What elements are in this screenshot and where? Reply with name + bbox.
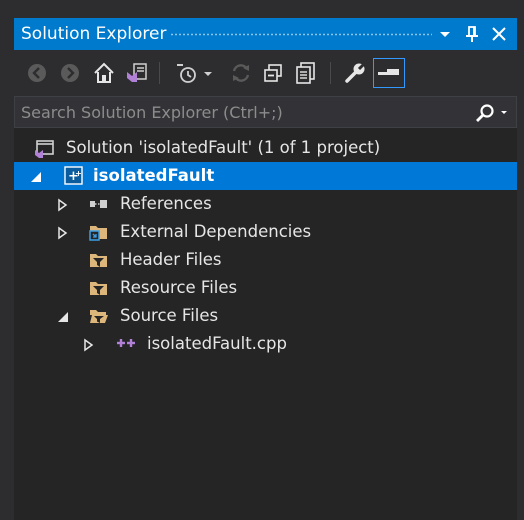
sync-icon: [232, 64, 250, 82]
expand-arrow-icon[interactable]: [56, 225, 70, 240]
window-title: Solution Explorer: [21, 24, 167, 44]
auto-hide-pin-button[interactable]: [461, 23, 483, 45]
search-icon: [476, 104, 507, 122]
back-icon: [28, 64, 46, 82]
preview-selected-items-button[interactable]: [373, 58, 405, 88]
tree-item-label: Header Files: [120, 250, 222, 269]
solution-label: Solution 'isolatedFault' (1 of 1 project…: [66, 138, 381, 157]
search-options-button[interactable]: [471, 101, 511, 125]
tree-item-label: External Dependencies: [120, 222, 312, 241]
pending-changes-dropdown[interactable]: [200, 60, 216, 86]
tree-item-header-files[interactable]: Header Files: [14, 246, 517, 274]
close-icon: [492, 27, 506, 41]
tree-item-cpp-file[interactable]: isolatedFault.cpp: [14, 330, 517, 358]
home-button[interactable]: [91, 60, 117, 86]
filter-folder-icon: [89, 278, 109, 298]
tree-item-label: References: [120, 194, 212, 213]
filter-folder-icon: [89, 250, 109, 270]
tree-item-references[interactable]: References: [14, 190, 517, 218]
tree-item-resource-files[interactable]: Resource Files: [14, 274, 517, 302]
toolbar: [14, 50, 517, 96]
wrench-icon: [345, 62, 366, 83]
cpp-project-icon: + +: [64, 166, 84, 186]
forward-button[interactable]: [57, 60, 83, 86]
tree-item-label: Source Files: [120, 306, 219, 325]
expand-arrow-icon[interactable]: [56, 197, 70, 212]
solution-explorer-panel: Solution Explorer Search Solution Explor…: [14, 18, 517, 520]
preview-selected-icon: [378, 69, 399, 75]
expand-arrow-icon[interactable]: [82, 337, 96, 352]
tree-item-label: Resource Files: [120, 278, 238, 297]
tree-item-solution[interactable]: Solution 'isolatedFault' (1 of 1 project…: [14, 134, 517, 162]
cpp-file-icon: [116, 334, 136, 354]
back-button[interactable]: [24, 60, 50, 86]
sync-button[interactable]: [228, 60, 254, 86]
collapse-arrow-icon[interactable]: [29, 169, 43, 183]
external-dependencies-folder-icon: [89, 222, 109, 242]
switch-views-button[interactable]: [124, 60, 150, 86]
collapse-all-icon: [264, 64, 282, 82]
show-all-files-button[interactable]: [293, 60, 319, 86]
references-icon: [89, 194, 109, 214]
caret-down-icon: [440, 32, 450, 37]
search-input[interactable]: [21, 101, 461, 123]
pending-changes-filter-button[interactable]: [174, 60, 200, 86]
toolbar-separator: [330, 62, 331, 84]
collapse-all-button[interactable]: [260, 60, 286, 86]
tree-item-external-dependencies[interactable]: External Dependencies: [14, 218, 517, 246]
project-label: isolatedFault: [93, 166, 215, 185]
toolbar-separator: [159, 62, 160, 84]
search-box: [14, 96, 517, 128]
tree-item-label: isolatedFault.cpp: [147, 334, 287, 353]
tree-item-source-files[interactable]: Source Files: [14, 302, 517, 330]
collapse-arrow-icon[interactable]: [56, 309, 70, 323]
close-button[interactable]: [488, 23, 510, 45]
tree-item-project[interactable]: + + isolatedFault: [14, 162, 517, 190]
open-filter-folder-icon: [89, 306, 109, 326]
show-all-files-icon: [296, 62, 315, 84]
pending-changes-filter-icon: [177, 64, 196, 83]
properties-button[interactable]: [342, 60, 368, 86]
home-icon: [94, 62, 114, 83]
caret-down-icon: [204, 72, 212, 76]
forward-icon: [61, 64, 79, 82]
switch-views-icon: [127, 63, 147, 82]
drag-grip[interactable]: [170, 33, 432, 36]
svg-text:+: +: [75, 169, 82, 178]
title-bar: Solution Explorer: [14, 18, 517, 50]
pin-icon: [466, 26, 478, 42]
solution-icon: [35, 138, 55, 158]
window-position-dropdown-button[interactable]: [434, 23, 456, 45]
